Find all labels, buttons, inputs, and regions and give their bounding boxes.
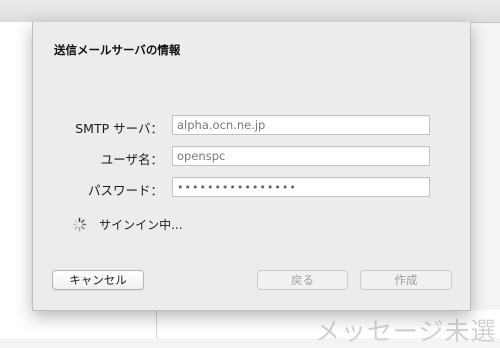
username-row: ユーザ名： (33, 146, 470, 168)
smtp-server-row: SMTP サーバ： (33, 115, 470, 137)
spinner-icon (72, 217, 87, 232)
username-label: ユーザ名： (100, 152, 163, 167)
sheet-title: 送信メールサーバの情報 (54, 43, 181, 57)
cancel-button[interactable]: キャンセル (52, 270, 144, 290)
outgoing-mail-server-sheet: 送信メールサーバの情報 SMTP サーバ： ユーザ名： パスワード： サインイン… (32, 22, 471, 311)
username-input[interactable] (172, 146, 430, 166)
create-button[interactable]: 作成 (360, 270, 452, 290)
sign-in-status: サインイン中... (72, 214, 183, 232)
password-label: パスワード： (87, 183, 163, 198)
back-button[interactable]: 戻る (257, 270, 348, 290)
smtp-server-label: SMTP サーバ： (75, 121, 163, 136)
smtp-server-input[interactable] (172, 115, 430, 135)
sign-in-status-text: サインイン中... (99, 218, 183, 232)
password-row: パスワード： (33, 177, 470, 199)
background-message-list (0, 310, 157, 338)
background-window-titlebar (0, 0, 500, 23)
no-message-selected-text: メッセージ未選 (315, 317, 497, 346)
background-mailbox-pane (0, 22, 32, 338)
password-input[interactable] (172, 177, 430, 197)
